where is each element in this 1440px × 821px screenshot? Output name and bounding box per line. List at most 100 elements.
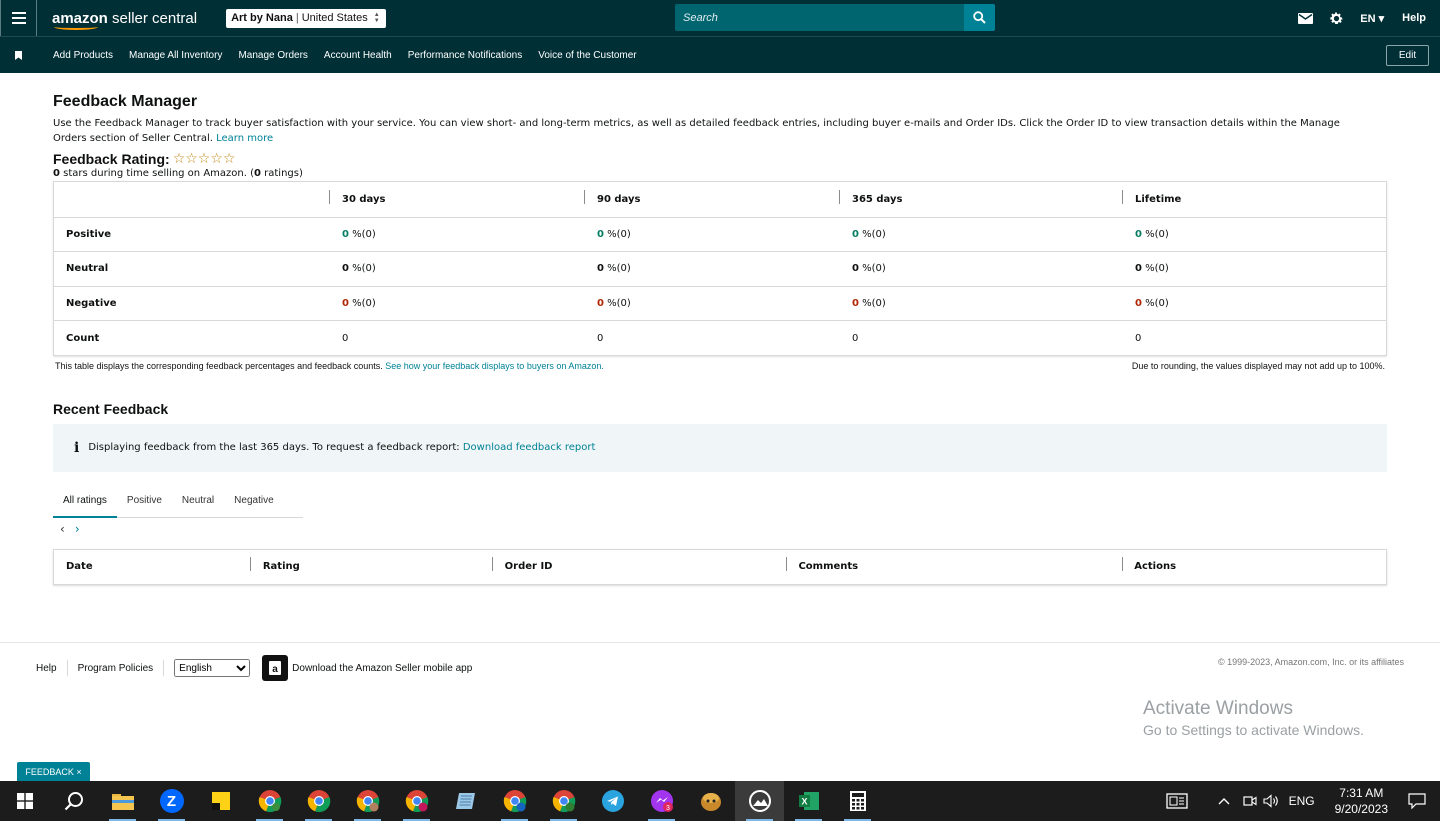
feedback-display-link[interactable]: See how your feedback displays to buyers… bbox=[385, 361, 604, 371]
windows-taskbar: Z 3 X ENG 7:31 AM 9/20/2023 bbox=[0, 781, 1440, 821]
column-header: Lifetime bbox=[1122, 189, 1386, 205]
excel-icon[interactable]: X bbox=[784, 781, 833, 821]
nav-bar: Add Products Manage All Inventory Manage… bbox=[0, 36, 1440, 73]
menu-icon[interactable] bbox=[0, 0, 37, 36]
nav-account-health[interactable]: Account Health bbox=[324, 50, 392, 61]
footer-language-select[interactable]: English bbox=[174, 659, 251, 677]
column-header[interactable]: Order ID bbox=[491, 557, 787, 572]
help-link[interactable]: Help bbox=[1402, 12, 1426, 24]
feedback-summary-table: 30 days 90 days 365 days Lifetime Positi… bbox=[53, 181, 1387, 356]
column-header[interactable]: Actions bbox=[1122, 557, 1386, 572]
sticky-notes-icon[interactable] bbox=[196, 781, 245, 821]
learn-more-link[interactable]: Learn more bbox=[216, 133, 273, 144]
telegram-icon[interactable] bbox=[588, 781, 637, 821]
column-header[interactable]: Rating bbox=[249, 557, 492, 572]
column-header[interactable]: Date bbox=[54, 561, 250, 572]
column-header: 30 days bbox=[329, 189, 584, 205]
main-content: Feedback Manager Use the Feedback Manage… bbox=[53, 90, 1387, 585]
page-title: Feedback Manager bbox=[53, 93, 198, 110]
tab-all-ratings[interactable]: All ratings bbox=[53, 484, 117, 519]
tab-positive[interactable]: Positive bbox=[117, 484, 172, 517]
amazon-app-icon[interactable]: a bbox=[262, 655, 289, 681]
nav-performance-notifications[interactable]: Performance Notifications bbox=[408, 50, 523, 61]
store-name: Art by Nana bbox=[231, 12, 293, 24]
seller-central-logo[interactable]: amazon seller central bbox=[52, 0, 197, 36]
start-icon[interactable] bbox=[0, 781, 49, 821]
search-icon[interactable] bbox=[49, 781, 98, 821]
svg-text:a: a bbox=[272, 664, 278, 675]
chrome-profile-icon[interactable] bbox=[490, 781, 539, 821]
download-app-link[interactable]: Download the Amazon Seller mobile app bbox=[292, 663, 472, 674]
footer-help-link[interactable]: Help bbox=[36, 660, 68, 676]
mail-icon[interactable] bbox=[1298, 12, 1314, 24]
rating-filter-tabs: All ratings Positive Neutral Negative bbox=[53, 484, 303, 519]
chrome-profile-icon[interactable] bbox=[392, 781, 441, 821]
svg-text:X: X bbox=[801, 797, 807, 807]
system-tray: ENG 7:31 AM 9/20/2023 bbox=[1165, 781, 1440, 821]
next-page-icon[interactable]: › bbox=[75, 522, 80, 536]
info-icon: i bbox=[74, 439, 80, 456]
updown-icon: ▲ ▼ bbox=[373, 12, 380, 24]
footer-program-policies-link[interactable]: Program Policies bbox=[78, 660, 165, 676]
chrome-profile-icon[interactable] bbox=[539, 781, 588, 821]
recent-feedback-table: Date Rating Order ID Comments Actions bbox=[53, 548, 1387, 585]
messenger-icon[interactable]: 3 bbox=[637, 781, 686, 821]
gear-icon[interactable] bbox=[1329, 11, 1344, 26]
news-widget-icon[interactable] bbox=[1165, 793, 1188, 809]
table-notes: This table displays the corresponding fe… bbox=[55, 360, 1385, 371]
language-selector[interactable]: EN ▾ bbox=[1360, 12, 1384, 25]
column-header[interactable]: Comments bbox=[786, 557, 1122, 572]
table-row-neutral: Neutral 0 %(0) 0 %(0) 0 %(0) 0 %(0) bbox=[54, 251, 1386, 286]
table-row-negative: Negative 0 %(0) 0 %(0) 0 %(0) 0 %(0) bbox=[54, 285, 1386, 321]
info-alert: i Displaying feedback from the last 365 … bbox=[53, 423, 1387, 472]
chrome-icon[interactable] bbox=[245, 781, 294, 821]
table-header-row: 30 days 90 days 365 days Lifetime bbox=[54, 182, 1386, 217]
previous-page-icon[interactable]: ‹ bbox=[60, 522, 65, 536]
feedback-rating-title: Feedback Rating: bbox=[53, 151, 170, 167]
meet-now-icon[interactable] bbox=[1242, 794, 1257, 808]
svg-text:3: 3 bbox=[666, 805, 670, 812]
nav-manage-all-inventory[interactable]: Manage All Inventory bbox=[129, 50, 222, 61]
edit-nav-button[interactable]: Edit bbox=[1386, 45, 1429, 66]
search-box bbox=[675, 4, 964, 31]
chrome-profile-icon[interactable] bbox=[343, 781, 392, 821]
store-region: United States bbox=[301, 12, 368, 24]
volume-icon[interactable] bbox=[1263, 794, 1279, 808]
rating-stars: ☆☆☆☆☆ bbox=[172, 151, 236, 167]
input-language[interactable]: ENG bbox=[1289, 794, 1315, 808]
notification-icon[interactable] bbox=[1408, 793, 1426, 809]
tab-negative[interactable]: Negative bbox=[224, 484, 283, 517]
clock[interactable]: 7:31 AM 9/20/2023 bbox=[1335, 785, 1388, 817]
game-icon[interactable] bbox=[686, 781, 735, 821]
activate-windows-watermark: Activate Windows Go to Settings to activ… bbox=[1143, 698, 1364, 738]
zalo-icon[interactable]: Z bbox=[147, 781, 196, 821]
account-switcher[interactable]: Art by Nana | United States ▲ ▼ bbox=[226, 8, 386, 28]
rating-summary: 0 stars during time selling on Amazon. (… bbox=[53, 168, 303, 179]
download-feedback-report-link[interactable]: Download feedback report bbox=[463, 442, 596, 453]
nav-add-products[interactable]: Add Products bbox=[53, 50, 113, 61]
top-bar: amazon seller central Art by Nana | Unit… bbox=[0, 0, 1440, 36]
nav-manage-orders[interactable]: Manage Orders bbox=[238, 50, 307, 61]
copyright: © 1999-2023, Amazon.com, Inc. or its aff… bbox=[1217, 657, 1404, 667]
nav-voice-of-the-customer[interactable]: Voice of the Customer bbox=[538, 50, 636, 61]
calculator-icon[interactable] bbox=[833, 781, 882, 821]
bookmark-icon[interactable] bbox=[0, 50, 37, 60]
pagination: ‹ › bbox=[60, 522, 1387, 536]
feedback-button[interactable]: FEEDBACK × bbox=[17, 762, 90, 781]
search-button[interactable] bbox=[964, 4, 995, 31]
tab-neutral[interactable]: Neutral bbox=[172, 484, 224, 517]
table-row-count: Count 0 0 0 0 bbox=[54, 320, 1386, 355]
notepad-icon[interactable] bbox=[441, 781, 490, 821]
recent-feedback-title: Recent Feedback bbox=[53, 400, 169, 417]
chevron-up-icon[interactable] bbox=[1218, 797, 1230, 805]
file-explorer-icon[interactable] bbox=[98, 781, 147, 821]
photos-icon[interactable] bbox=[735, 781, 784, 821]
column-header: 365 days bbox=[839, 189, 1122, 205]
intro-text: Use the Feedback Manager to track buyer … bbox=[53, 118, 1340, 144]
rounding-note: Due to rounding, the values displayed ma… bbox=[1131, 360, 1385, 371]
search-input[interactable] bbox=[683, 11, 953, 24]
column-header: 90 days bbox=[584, 189, 839, 205]
chrome-icon[interactable] bbox=[294, 781, 343, 821]
table-row-positive: Positive 0 %(0) 0 %(0) 0 %(0) 0 %(0) bbox=[54, 216, 1386, 252]
search-icon bbox=[973, 11, 986, 24]
